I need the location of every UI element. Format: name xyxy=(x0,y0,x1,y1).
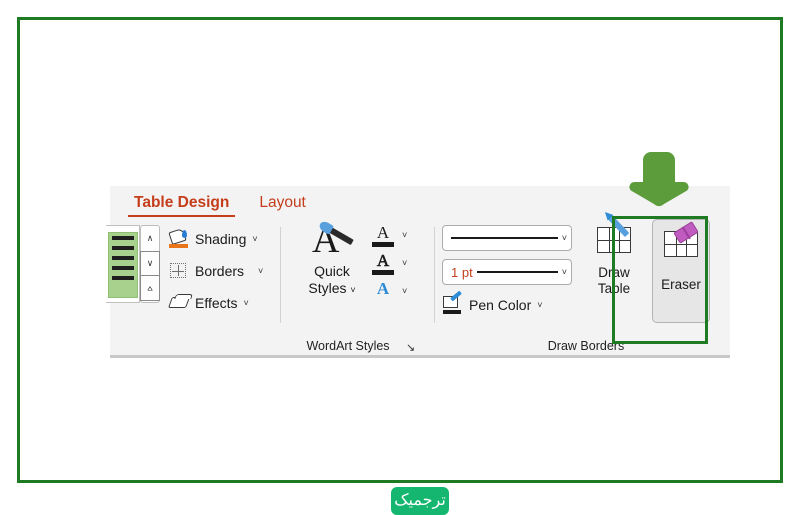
watermark-text: ترجمیک xyxy=(394,492,446,509)
effects-menu[interactable]: Effects ˅ xyxy=(167,291,249,315)
text-fill-icon: A xyxy=(372,224,394,247)
effects-3d-icon xyxy=(167,293,191,313)
borders-menu[interactable]: Borders ˅ xyxy=(168,259,263,283)
text-effects-button[interactable]: A ˅ xyxy=(372,277,430,305)
draw-table-label-line2: Table xyxy=(597,281,631,296)
gallery-more-button[interactable]: ⩟ xyxy=(140,276,160,301)
wordart-dialog-launcher-icon[interactable]: ↘ xyxy=(406,341,415,354)
down-arrow-annotation-icon xyxy=(629,152,689,207)
text-effects-icon: A xyxy=(376,278,390,298)
chevron-down-icon[interactable]: ˅ xyxy=(258,266,263,276)
gallery-scroll-up-button[interactable]: ∧ xyxy=(141,226,159,251)
group-table-style-menus: Shading ˅ Borders ˅ Effects ˅ xyxy=(162,219,282,358)
chevron-down-icon[interactable]: ˅ xyxy=(402,258,407,268)
effects-label: Effects xyxy=(195,295,238,311)
chevron-down-icon[interactable]: ˅ xyxy=(537,300,542,310)
group-label-wordart-styles: WordArt Styles xyxy=(306,339,390,353)
table-styles-gallery[interactable] xyxy=(106,225,140,303)
quick-styles-button[interactable]: A Quick Styles ˅ xyxy=(300,220,364,299)
gallery-scroll-down-button[interactable]: ∨ xyxy=(140,251,160,276)
page-border-frame: Table Design Layout ∧ ∨ ⩟ Shading ˅ Bord… xyxy=(17,17,783,515)
tab-layout[interactable]: Layout xyxy=(253,186,312,219)
chevron-down-icon[interactable]: ˅ xyxy=(244,298,249,308)
group-draw-borders: ˅ 1 pt ˅ Pen Color ˅ Draw Table Eraser D… xyxy=(436,214,730,358)
chevron-down-icon: ˅ xyxy=(350,285,356,295)
group-label-draw-borders: Draw Borders xyxy=(547,339,625,353)
pen-style-preview-line xyxy=(451,236,558,240)
tab-table-design[interactable]: Table Design xyxy=(128,186,236,219)
eraser-icon xyxy=(653,221,709,273)
ribbon-bottom-divider xyxy=(110,355,730,358)
draw-table-icon xyxy=(588,214,640,265)
ribbon-body: ∧ ∨ ⩟ Shading ˅ Borders ˅ Effects ˅ A Qu… xyxy=(106,214,730,358)
letter-a-brush-icon: A xyxy=(300,220,364,263)
chevron-down-icon[interactable]: ˅ xyxy=(402,230,407,240)
watermark-badge: ترجمیک xyxy=(391,487,449,515)
chevron-down-icon[interactable]: ˅ xyxy=(252,234,257,244)
group-table-styles: ∧ ∨ ⩟ xyxy=(106,219,162,358)
chevron-down-icon[interactable]: ˅ xyxy=(562,267,567,277)
pen-weight-value: 1 pt xyxy=(451,264,473,280)
pen-style-dropdown[interactable]: ˅ xyxy=(442,225,572,251)
eraser-button[interactable]: Eraser xyxy=(652,219,710,323)
pen-weight-dropdown[interactable]: 1 pt ˅ xyxy=(442,259,572,285)
quick-styles-label-line2: Styles ˅ xyxy=(308,280,356,296)
text-fill-button[interactable]: A ˅ xyxy=(372,221,430,249)
group-wordart-styles: A Quick Styles ˅ A ˅ A ˅ A ˅ WordArt Sty… xyxy=(294,219,435,358)
shading-menu[interactable]: Shading ˅ xyxy=(168,227,258,251)
ribbon: Table Design Layout ∧ ∨ ⩟ Shading ˅ Bord… xyxy=(106,186,730,358)
draw-table-label-line1: Draw xyxy=(598,265,630,280)
text-outline-button[interactable]: A ˅ xyxy=(372,249,430,277)
draw-table-button[interactable]: Draw Table xyxy=(588,214,640,297)
gallery-scroll-controls: ∧ ∨ ⩟ xyxy=(140,225,160,303)
borders-label: Borders xyxy=(195,263,245,279)
borders-grid-icon xyxy=(168,261,190,281)
pen-weight-preview-line xyxy=(476,270,558,274)
pen-color-label: Pen Color xyxy=(469,297,532,313)
quick-styles-label-line1: Quick xyxy=(314,263,350,279)
chevron-down-icon[interactable]: ˅ xyxy=(562,233,567,243)
table-style-swatch[interactable] xyxy=(108,232,138,298)
pen-color-menu[interactable]: Pen Color ˅ xyxy=(442,290,543,317)
text-outline-icon: A xyxy=(372,251,394,275)
shading-label: Shading xyxy=(195,231,247,247)
eraser-label: Eraser xyxy=(661,277,701,292)
pen-color-icon xyxy=(442,290,464,315)
chevron-down-icon[interactable]: ˅ xyxy=(402,286,407,296)
paint-bucket-icon xyxy=(168,228,190,249)
